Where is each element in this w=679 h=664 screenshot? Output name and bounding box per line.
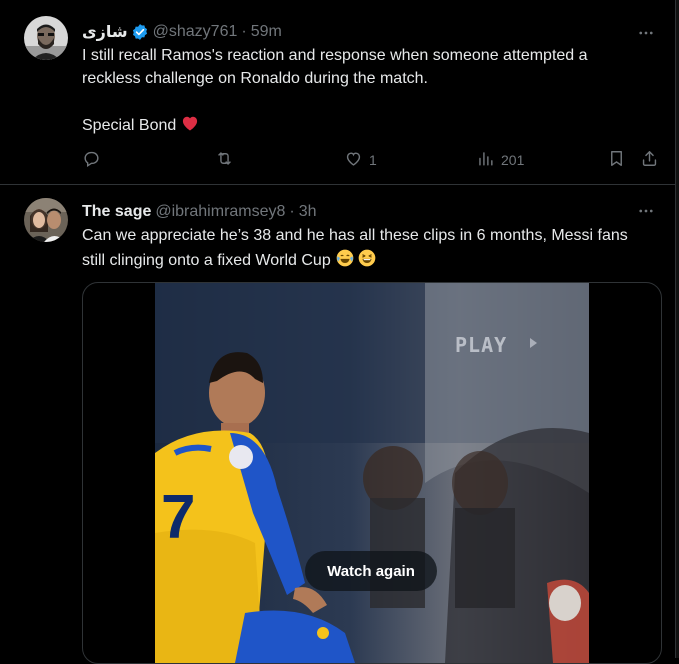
avatar[interactable] [24,198,68,242]
heart-icon [344,149,363,171]
reply-button[interactable] [82,148,107,172]
video-frame[interactable]: 7 PLAY [155,283,589,663]
tweet[interactable]: The sage @ibrahimramsey8 · 3h Can we app… [0,185,675,664]
views-count: 201 [501,152,525,168]
avatar[interactable] [24,16,68,60]
bar-chart-icon [476,149,495,171]
bookmark-icon [607,149,626,171]
like-count: 1 [369,152,377,168]
play-arrow-icon [530,338,537,348]
red-heart-emoji-icon [180,113,198,131]
more-options-icon[interactable] [635,200,657,222]
user-handle[interactable]: @shazy761 [153,23,238,41]
reply-icon [82,149,101,171]
share-button[interactable] [640,148,659,172]
tears-of-joy-emoji-icon [335,248,354,267]
display-name[interactable]: شازی [82,22,128,42]
share-icon [640,149,659,171]
tweet-header: شازی @shazy761 · 59m [82,21,282,43]
tweet-text: still clinging onto a fixed World Cup [82,252,331,269]
bookmark-button[interactable] [607,148,626,172]
timestamp[interactable]: 3h [299,203,317,221]
video-player[interactable]: 7 PLAY Watch again [82,282,662,664]
watch-again-button[interactable]: Watch again [305,551,437,591]
play-overlay-text: PLAY [455,333,508,357]
retweet-icon [215,149,234,171]
grinning-squinting-emoji-icon [357,248,376,267]
display-name[interactable]: The sage [82,203,151,221]
tweet-text: Special Bond [82,117,177,134]
tweet-text-line: Special Bond [82,113,652,137]
more-options-icon[interactable] [635,22,657,44]
user-handle[interactable]: @ibrahimramsey8 [155,203,285,221]
timestamp[interactable]: 59m [251,23,282,41]
retweet-button[interactable] [215,148,240,172]
separator-dot: · [241,23,247,40]
svg-text:7: 7 [161,483,195,552]
tweet-text-line: reckless challenge on Ronaldo during the… [82,70,428,87]
tweet-text-line: still clinging onto a fixed World Cup [82,248,652,272]
verified-badge-icon [131,23,149,41]
timeline: شازی @shazy761 · 59m I still recall Ramo… [0,0,676,664]
tweet-text-line: I still recall Ramos's reaction and resp… [82,47,588,64]
tweet-header: The sage @ibrahimramsey8 · 3h [82,201,317,223]
tweet[interactable]: شازی @shazy761 · 59m I still recall Ramo… [0,0,675,185]
like-button[interactable]: 1 [344,148,377,172]
views-button[interactable]: 201 [476,148,524,172]
tweet-actions: 1 201 [82,148,662,172]
separator-dot: · [289,203,295,220]
tweet-text-line: Can we appreciate he’s 38 and he has all… [82,227,628,244]
